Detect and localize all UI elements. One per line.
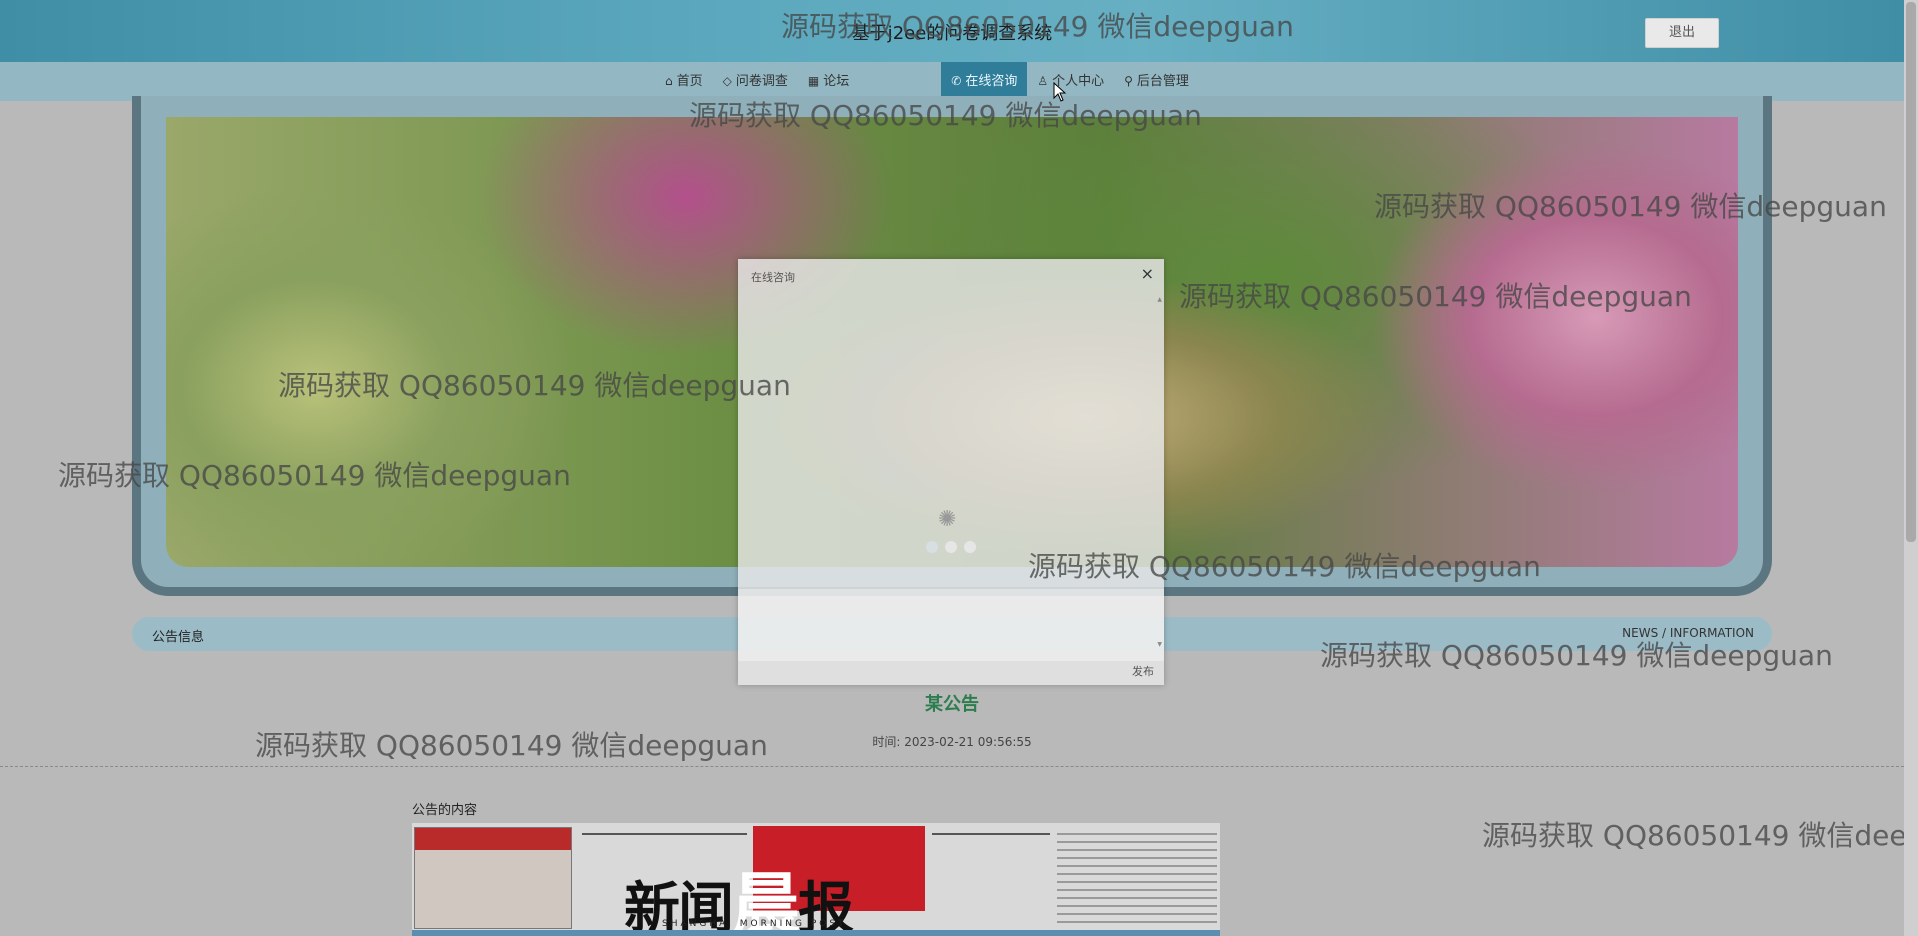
article-content-label: 公告的内容 [412, 803, 478, 818]
online-consult-dialog: 在线咨询 × ✺ ▲ ▼ 发布 [738, 259, 1164, 685]
logout-button[interactable]: 退出 [1645, 18, 1719, 48]
chat-scroll-up-icon[interactable]: ▲ [1157, 296, 1162, 303]
newspaper-ad-box [414, 827, 572, 929]
newspaper-ad-header [415, 828, 571, 850]
scrollbar-thumb[interactable] [1906, 2, 1916, 542]
notice-subtitle: NEWS / INFORMATION [1622, 626, 1754, 640]
article-divider [0, 766, 1904, 767]
time-label: 时间: [872, 735, 901, 749]
close-icon[interactable]: × [1141, 264, 1154, 283]
newspaper-rule-left [582, 833, 747, 835]
watermark: 源码获取 QQ86050149 微信deepguan [1482, 819, 1904, 852]
chat-message-input[interactable] [738, 589, 1164, 661]
dialog-title: 在线咨询 [751, 271, 795, 284]
newspaper-info-column [1057, 827, 1217, 927]
newspaper-rule-right [932, 833, 1050, 835]
chat-scroll-down-icon[interactable]: ▼ [1157, 641, 1162, 648]
time-value: 2023-02-21 09:56:55 [904, 735, 1032, 749]
loading-spinner-icon: ✺ [938, 507, 957, 532]
send-button[interactable]: 发布 [1132, 663, 1154, 679]
newspaper-image: 新闻晨报 SHANGHAI MORNING POST [412, 823, 1220, 936]
page-scrollbar[interactable] [1904, 0, 1918, 936]
site-title: 基于j2ee的问卷调查系统 [851, 23, 1053, 44]
article-time: 时间: 2023-02-21 09:56:55 [0, 733, 1904, 750]
article-title: 某公告 [925, 694, 979, 715]
mouse-cursor-icon [1053, 82, 1067, 102]
newspaper-subtitle: SHANGHAI MORNING POST [662, 919, 847, 929]
chat-message-area: ✺ [738, 289, 1164, 589]
newspaper-blue-strip [412, 930, 1220, 936]
top-header: 基于j2ee的问卷调查系统 退出 [0, 0, 1904, 62]
notice-title: 公告信息 [152, 630, 205, 645]
